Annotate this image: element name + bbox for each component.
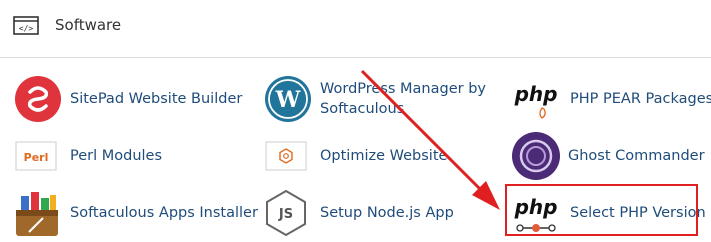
app-wordpress-manager[interactable]: W WordPress Manager by Softaculous	[263, 74, 493, 124]
app-perl-modules[interactable]: Perl Perl Modules	[13, 131, 243, 181]
app-label: SitePad Website Builder	[70, 91, 243, 107]
section-header: </> Software	[0, 0, 711, 58]
app-sitepad-website-builder[interactable]: SitePad Website Builder	[13, 74, 243, 124]
highlight-box	[505, 184, 698, 236]
softaculous-icon	[16, 192, 58, 236]
svg-text:</>: </>	[19, 24, 34, 33]
nodejs-icon: JS	[266, 189, 306, 237]
code-window-icon: </>	[13, 16, 39, 35]
perl-icon: Perl	[15, 141, 57, 171]
php-pear-icon: php	[514, 82, 558, 119]
app-label: Setup Node.js App	[320, 205, 454, 221]
app-label: Perl Modules	[70, 148, 163, 164]
wordpress-icon: W	[265, 76, 311, 122]
app-php-pear-packages[interactable]: php PHP PEAR Packages	[513, 74, 711, 124]
ghost-commander-icon	[512, 132, 560, 180]
app-setup-nodejs[interactable]: JS Setup Node.js App	[263, 188, 493, 238]
svg-text:W: W	[275, 87, 301, 113]
section-title: Software	[55, 16, 122, 34]
app-label: Ghost Commander	[568, 148, 705, 164]
svg-text:Perl: Perl	[24, 151, 49, 164]
svg-text:JS: JS	[278, 207, 293, 222]
app-label: Optimize Website	[320, 148, 448, 164]
app-label: WordPress Manager by Softaculous	[320, 81, 486, 117]
app-label: Softaculous Apps Installer	[70, 205, 258, 221]
app-softaculous-apps-installer[interactable]: Softaculous Apps Installer	[13, 188, 258, 238]
sitepad-icon	[15, 76, 61, 122]
app-optimize-website[interactable]: Optimize Website	[263, 131, 493, 181]
optimize-website-icon	[265, 141, 307, 171]
app-label: PHP PEAR Packages	[570, 91, 711, 107]
svg-text:php: php	[514, 82, 558, 106]
app-ghost-commander[interactable]: Ghost Commander	[511, 131, 705, 181]
